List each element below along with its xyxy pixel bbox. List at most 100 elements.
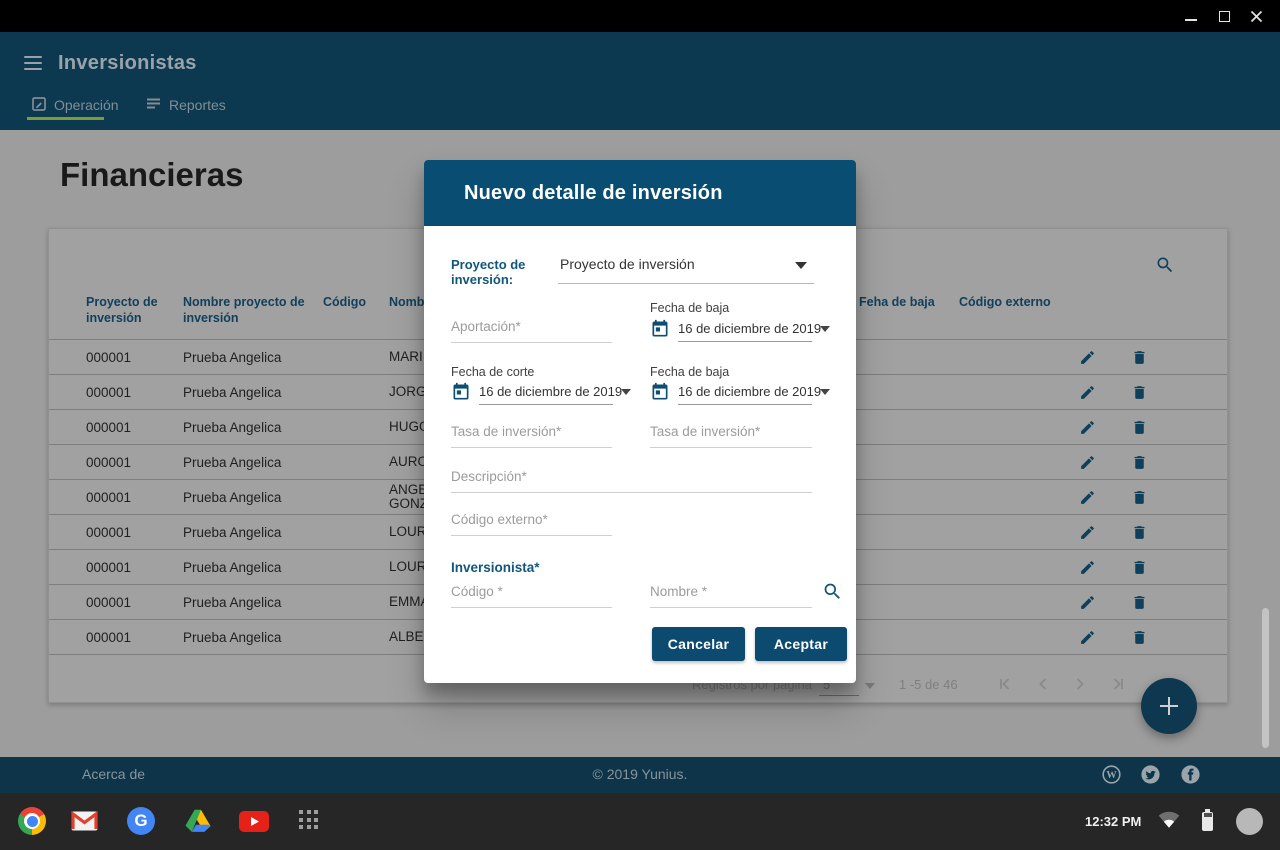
screen: Inversionistas Operación Reportes Financ… <box>0 0 1280 850</box>
edit-icon[interactable] <box>1079 489 1096 506</box>
inversionista-codigo-input[interactable] <box>451 576 612 608</box>
hamburger-icon[interactable] <box>24 56 42 70</box>
maximize-icon[interactable] <box>1216 8 1232 24</box>
google-icon[interactable]: G <box>127 807 155 835</box>
nuevo-detalle-dialog: Nuevo detalle de inversión Proyecto de i… <box>424 160 856 683</box>
tab-label: Reportes <box>169 97 226 113</box>
copyright-text: © 2019 Yunius. <box>0 766 1280 782</box>
fecha-baja-top-field[interactable]: 16 de diciembre de 2019 <box>650 319 832 343</box>
scrollbar-thumb[interactable] <box>1262 608 1269 748</box>
column-header: Feha de baja <box>859 287 959 326</box>
search-icon[interactable] <box>822 581 843 602</box>
youtube-icon[interactable] <box>239 811 269 837</box>
calendar-icon <box>650 319 670 339</box>
fecha-corte-label: Fecha de corte <box>451 365 534 379</box>
app-launcher-icon[interactable] <box>299 810 318 829</box>
close-icon[interactable] <box>1248 8 1264 24</box>
cell-nombre-proyecto: Prueba Angelica <box>183 385 323 400</box>
fecha-corte-field[interactable]: 16 de diciembre de 2019 <box>451 382 633 406</box>
tasa-inversion-left-input[interactable] <box>451 416 612 448</box>
search-icon[interactable] <box>1155 255 1175 275</box>
cell-proyecto: 000001 <box>86 385 183 400</box>
edit-icon[interactable] <box>1079 419 1096 436</box>
delete-icon[interactable] <box>1131 594 1148 611</box>
chevron-down-icon <box>820 389 830 395</box>
descripcion-input[interactable] <box>451 461 812 493</box>
delete-icon[interactable] <box>1131 384 1148 401</box>
column-header: Código externo <box>959 287 1076 326</box>
proyecto-label: Proyecto de inversión: <box>451 257 561 288</box>
tasa-inversion-right-input[interactable] <box>650 416 812 448</box>
edit-icon[interactable] <box>1079 524 1096 541</box>
edit-icon[interactable] <box>1079 349 1096 366</box>
facebook-icon[interactable] <box>1181 765 1200 784</box>
gmail-icon[interactable] <box>71 811 98 836</box>
cell-proyecto: 000001 <box>86 350 183 365</box>
fecha-baja-top-value: 16 de diciembre de 2019 <box>678 321 821 336</box>
codigo-externo-input[interactable] <box>451 504 612 536</box>
next-page-icon[interactable] <box>1071 675 1089 693</box>
add-button[interactable] <box>1141 678 1197 734</box>
drive-icon[interactable] <box>184 808 212 838</box>
app-bar: Inversionistas Operación Reportes <box>0 32 1280 130</box>
cell-proyecto: 000001 <box>86 490 183 505</box>
tab-reportes[interactable]: Reportes <box>147 94 226 116</box>
cancel-button[interactable]: Cancelar <box>652 627 745 661</box>
chevron-down-icon <box>621 389 631 395</box>
system-tray[interactable] <box>1150 803 1270 841</box>
cell-nombre-proyecto: Prueba Angelica <box>183 490 323 505</box>
delete-icon[interactable] <box>1131 419 1148 436</box>
fecha-corte-value: 16 de diciembre de 2019 <box>479 384 622 399</box>
chevron-down-icon <box>795 262 807 269</box>
edit-icon[interactable] <box>1079 594 1096 611</box>
delete-icon[interactable] <box>1131 629 1148 646</box>
chevron-down-icon <box>820 326 830 332</box>
delete-icon[interactable] <box>1131 349 1148 366</box>
edit-icon[interactable] <box>1079 454 1096 471</box>
page-size-dropdown-icon[interactable] <box>865 683 875 689</box>
edit-icon[interactable] <box>1079 559 1096 576</box>
battery-icon <box>1202 809 1213 833</box>
first-page-icon[interactable] <box>996 675 1014 693</box>
list-icon <box>147 97 161 113</box>
minimize-icon[interactable] <box>1183 8 1199 24</box>
page-size-underline <box>819 695 859 696</box>
accept-button[interactable]: Aceptar <box>755 627 847 661</box>
calendar-icon <box>451 382 471 402</box>
window-titlebar <box>0 0 1280 32</box>
aportacion-input[interactable] <box>451 311 612 343</box>
twitter-icon[interactable] <box>1141 765 1160 784</box>
inversionista-label: Inversionista* <box>451 560 540 576</box>
edit-icon[interactable] <box>1079 629 1096 646</box>
cell-nombre-proyecto: Prueba Angelica <box>183 525 323 540</box>
delete-icon[interactable] <box>1131 454 1148 471</box>
cell-nombre-proyecto: Prueba Angelica <box>183 455 323 470</box>
active-tab-underline <box>27 117 104 120</box>
column-header: Nombre proyecto de inversión <box>183 287 323 326</box>
tab-operacion[interactable]: Operación <box>32 94 119 116</box>
proyecto-select[interactable]: Proyecto de inversión <box>560 256 816 288</box>
inversionista-nombre-input[interactable] <box>650 576 812 608</box>
cell-nombre-proyecto: Prueba Angelica <box>183 350 323 365</box>
tab-label: Operación <box>54 97 119 113</box>
last-page-icon[interactable] <box>1109 675 1127 693</box>
cell-nombre-proyecto: Prueba Angelica <box>183 560 323 575</box>
edit-box-icon <box>32 97 46 114</box>
chrome-icon[interactable] <box>18 807 46 835</box>
dialog-title: Nuevo detalle de inversión <box>464 182 723 205</box>
delete-icon[interactable] <box>1131 524 1148 541</box>
wordpress-icon[interactable]: W <box>1102 765 1121 784</box>
svg-text:W: W <box>1106 770 1117 781</box>
cell-proyecto: 000001 <box>86 630 183 645</box>
pagination-range: 1 -5 de 46 <box>899 677 958 692</box>
prev-page-icon[interactable] <box>1034 675 1052 693</box>
cell-proyecto: 000001 <box>86 455 183 470</box>
delete-icon[interactable] <box>1131 559 1148 576</box>
plus-icon <box>1160 697 1178 715</box>
wifi-icon <box>1158 811 1180 833</box>
fecha-baja-bottom-label: Fecha de baja <box>650 365 729 379</box>
proyecto-select-value: Proyecto de inversión <box>560 256 695 272</box>
delete-icon[interactable] <box>1131 489 1148 506</box>
edit-icon[interactable] <box>1079 384 1096 401</box>
fecha-baja-bottom-field[interactable]: 16 de diciembre de 2019 <box>650 382 832 406</box>
